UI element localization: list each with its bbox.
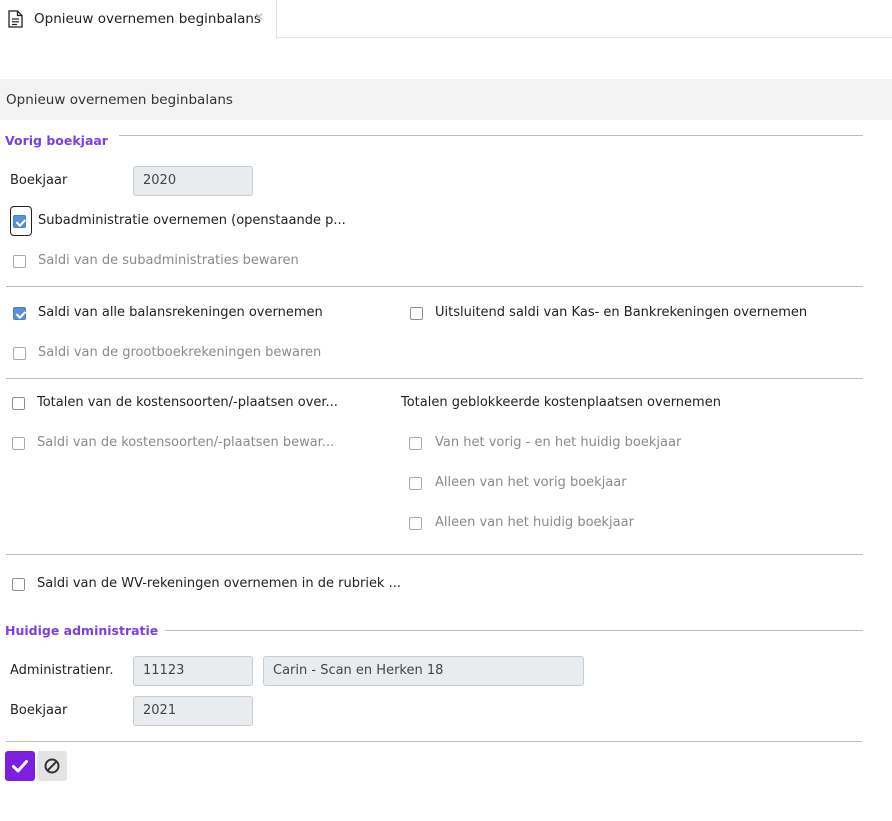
- boekjaar-label: Boekjaar: [10, 703, 68, 718]
- kostensoorten-totalen-checkbox[interactable]: [12, 397, 25, 410]
- geblokkeerd-option-label: Van het vorig - en het huidig boekjaar: [435, 435, 682, 450]
- wv-rekeningen-label: Saldi van de WV-rekeningen overnemen in …: [37, 576, 401, 591]
- geblokkeerd-option-checkbox[interactable]: [409, 477, 422, 490]
- divider: [6, 554, 863, 555]
- geblokkeerd-option-checkbox[interactable]: [409, 437, 422, 450]
- boekjaar-label: Boekjaar: [10, 173, 68, 188]
- section-title-huidige-administratie: Huidige administratie: [5, 623, 159, 638]
- divider: [6, 741, 862, 742]
- page-title: Opnieuw overnemen beginbalans: [6, 92, 233, 108]
- document-icon: [8, 10, 23, 28]
- kostensoorten-totalen-label: Totalen van de kostensoorten/-plaatsen o…: [37, 395, 338, 410]
- huidig-boekjaar-field[interactable]: 2021: [133, 696, 253, 726]
- geblokkeerd-option-label: Alleen van het vorig boekjaar: [435, 475, 627, 490]
- close-icon[interactable]: ✕: [254, 11, 264, 23]
- administratienr-field[interactable]: 11123: [133, 656, 253, 686]
- grootboek-bewaren-checkbox[interactable]: [13, 347, 26, 360]
- grootboek-bewaren-label: Saldi van de grootboekrekeningen bewaren: [38, 345, 322, 360]
- vorig-boekjaar-field[interactable]: 2020: [133, 166, 253, 196]
- administratie-name-field[interactable]: Carin - Scan en Herken 18: [263, 656, 584, 686]
- tab-label: Opnieuw overnemen beginbalans: [34, 11, 261, 27]
- administratienr-label: Administratienr.: [10, 663, 114, 678]
- tabbar-divider: [277, 37, 892, 38]
- cancel-button[interactable]: [37, 751, 67, 781]
- confirm-button[interactable]: [5, 751, 35, 781]
- tab-opnieuw-overnemen[interactable]: Opnieuw overnemen beginbalans ✕: [0, 0, 277, 38]
- balans-overnemen-checkbox[interactable]: [13, 307, 26, 320]
- geblokkeerd-option-checkbox[interactable]: [409, 517, 422, 530]
- section-divider: [165, 630, 863, 631]
- cancel-icon: [44, 758, 60, 774]
- divider: [6, 378, 863, 379]
- kostensoorten-saldi-checkbox[interactable]: [12, 437, 25, 450]
- checkmark-icon: [12, 760, 28, 773]
- sub-saldi-bewaren-checkbox[interactable]: [13, 255, 26, 268]
- divider: [6, 286, 863, 287]
- sub-overnemen-label: Subadministratie overnemen (openstaande …: [38, 213, 346, 228]
- geblokkeerd-title: Totalen geblokkeerde kostenplaatsen over…: [401, 395, 721, 410]
- kostensoorten-saldi-label: Saldi van de kostensoorten/-plaatsen bew…: [37, 435, 335, 450]
- geblokkeerd-option-label: Alleen van het huidig boekjaar: [435, 515, 634, 530]
- kas-bank-label: Uitsluitend saldi van Kas- en Bankrekeni…: [435, 305, 808, 320]
- sub-overnemen-checkbox[interactable]: [13, 215, 26, 228]
- sub-saldi-bewaren-label: Saldi van de subadministraties bewaren: [38, 253, 299, 268]
- wv-rekeningen-checkbox[interactable]: [12, 578, 25, 591]
- kas-bank-checkbox[interactable]: [410, 307, 423, 320]
- section-title-vorig-boekjaar: Vorig boekjaar: [5, 133, 108, 148]
- balans-overnemen-label: Saldi van alle balansrekeningen overneme…: [38, 305, 323, 320]
- section-divider: [119, 135, 863, 136]
- page-header: Opnieuw overnemen beginbalans: [0, 79, 892, 120]
